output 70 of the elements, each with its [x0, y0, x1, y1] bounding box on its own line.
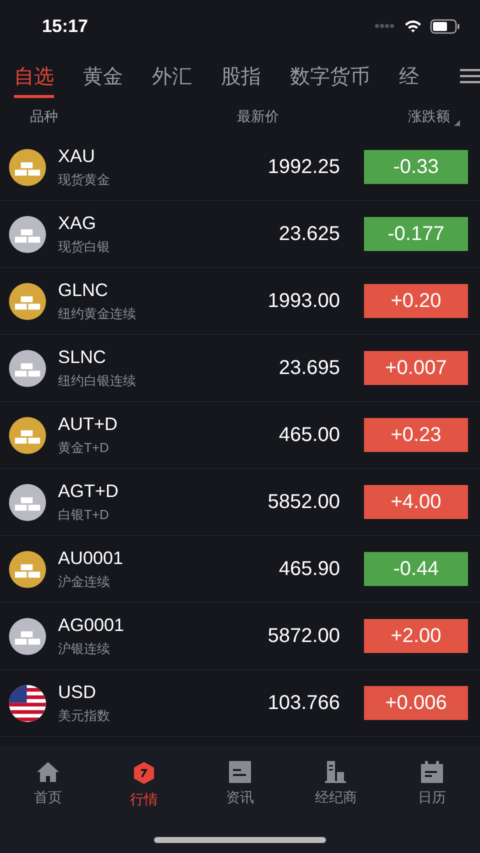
- symbol-text: XAG: [58, 212, 98, 234]
- change-badge: +2.00: [364, 619, 468, 653]
- instrument-name: 白银T+D: [58, 506, 110, 524]
- category-tab[interactable]: 数字货币: [290, 54, 370, 98]
- symbol-text: GLNC: [58, 280, 110, 300]
- symbol-text: AGT+D: [58, 480, 120, 502]
- calendar-icon: [421, 761, 443, 783]
- column-header: 品种: [30, 108, 59, 126]
- hexagon-icon: [132, 761, 156, 785]
- category-tab[interactable]: 自选: [14, 54, 54, 98]
- price-text: 103.766: [268, 692, 340, 714]
- bullion-icon: [9, 148, 46, 186]
- category-tab[interactable]: 黄金: [83, 54, 123, 98]
- symbol-text: AUT+D: [58, 414, 119, 434]
- nav-tab[interactable]: 日历: [397, 761, 467, 831]
- bullion-icon: [9, 550, 46, 588]
- nav-tab[interactable]: 首页: [13, 761, 83, 831]
- change-badge: +4.00: [364, 485, 468, 519]
- menu-icon[interactable]: [460, 68, 480, 84]
- price-text: 1992.25: [268, 156, 340, 178]
- instrument-name: 纽约黄金连续: [58, 304, 137, 322]
- price-text: 465.00: [278, 424, 340, 446]
- price-text: 23.625: [278, 222, 340, 246]
- bullion-icon: [9, 618, 46, 654]
- battery-icon: [430, 18, 460, 34]
- sort-icon[interactable]: [454, 120, 460, 126]
- status-time: 15:17: [42, 16, 88, 36]
- nav-tab[interactable]: 行情: [109, 761, 179, 831]
- bullion-icon: [9, 216, 46, 252]
- category-tab[interactable]: 外汇: [152, 54, 192, 98]
- instrument-name: 美元指数: [58, 706, 111, 724]
- price-text: 5872.00: [268, 624, 340, 648]
- bullion-icon: [9, 282, 46, 320]
- symbol-text: AU0001: [58, 548, 124, 568]
- column-header: 最新价: [237, 108, 280, 126]
- price-text: 5852.00: [268, 490, 340, 514]
- price-text: 465.90: [278, 558, 340, 580]
- instrument-name: 黄金T+D: [58, 438, 110, 456]
- symbol-text: USD: [58, 682, 98, 702]
- instrument-name: 纽约白银连续: [58, 372, 137, 390]
- symbol-text: SLNC: [58, 346, 108, 368]
- flag-icon: [9, 684, 46, 722]
- change-badge: -0.44: [364, 552, 468, 586]
- building-icon: [325, 761, 347, 783]
- price-text: 23.695: [278, 356, 340, 380]
- instrument-name: 现货白银: [58, 238, 111, 256]
- price-text: 1993.00: [268, 290, 340, 312]
- symbol-text: XAU: [58, 146, 96, 166]
- wifi-icon: [404, 19, 422, 33]
- signal-icon: [374, 23, 396, 29]
- category-tab[interactable]: 经: [399, 54, 419, 98]
- nav-tab[interactable]: 资讯: [205, 761, 275, 831]
- document-icon: [229, 761, 251, 783]
- category-tab[interactable]: 股指: [221, 54, 261, 98]
- change-badge: +0.20: [364, 284, 468, 318]
- instrument-name: 现货黄金: [58, 170, 111, 188]
- bullion-icon: [9, 484, 46, 520]
- column-header[interactable]: 涨跌额: [408, 108, 450, 126]
- house-icon: [36, 761, 60, 783]
- bullion-icon: [9, 416, 46, 454]
- change-badge: +0.23: [364, 418, 468, 452]
- change-badge: +0.006: [364, 686, 468, 720]
- instrument-name: 沪银连续: [58, 640, 111, 658]
- bullion-icon: [9, 350, 46, 386]
- change-badge: +0.007: [364, 351, 468, 385]
- change-badge: -0.177: [364, 217, 468, 251]
- instrument-name: 沪金连续: [58, 572, 111, 590]
- change-badge: -0.33: [364, 150, 468, 184]
- nav-tab[interactable]: 经纪商: [301, 761, 371, 831]
- symbol-text: AG0001: [58, 614, 126, 636]
